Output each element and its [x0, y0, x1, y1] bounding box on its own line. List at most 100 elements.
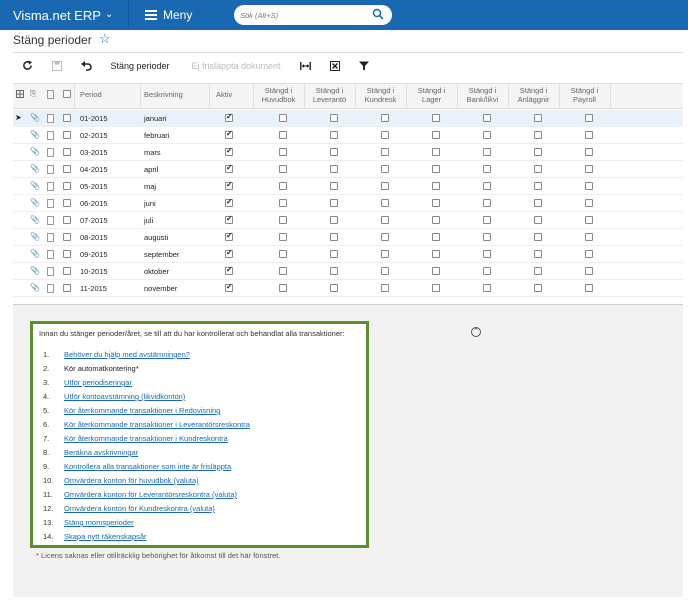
col-closed-payroll[interactable]: Stängd i Payroll — [561, 86, 608, 104]
filter-icon[interactable] — [359, 61, 369, 71]
row-select-checkbox[interactable] — [63, 182, 71, 190]
table-row[interactable]: 📎 06-2015 juni — [13, 195, 683, 212]
checklist-link[interactable]: Beräkna avskrivningar — [64, 448, 138, 457]
checklist-link[interactable]: Skapa nytt räkenskapsår — [64, 532, 147, 541]
closed-ar-checkbox[interactable] — [381, 131, 389, 139]
closed-inventory-checkbox[interactable] — [432, 250, 440, 258]
checklist-link[interactable]: Utför periodiseringar — [64, 378, 132, 387]
closed-cash-checkbox[interactable] — [483, 131, 491, 139]
closed-ar-checkbox[interactable] — [381, 165, 389, 173]
closed-cash-checkbox[interactable] — [483, 148, 491, 156]
active-checkbox[interactable] — [225, 146, 233, 156]
attachment-icon[interactable]: 📎 — [30, 198, 40, 208]
description-cell[interactable]: februari — [144, 131, 169, 140]
closed-ap-checkbox[interactable] — [330, 216, 338, 224]
chevron-down-icon[interactable]: ⌄ — [105, 9, 113, 20]
unreleased-documents-button[interactable]: Ej frisläppta dokument — [189, 57, 283, 75]
closed-ar-checkbox[interactable] — [381, 233, 389, 241]
checklist-link[interactable]: Kontrollera alla transaktioner som inte … — [64, 462, 231, 471]
description-cell[interactable]: augusti — [144, 233, 168, 242]
period-cell[interactable]: 03-2015 — [80, 148, 108, 157]
row-select-checkbox[interactable] — [63, 148, 71, 156]
row-select-checkbox[interactable] — [63, 131, 71, 139]
closed-payroll-checkbox[interactable] — [585, 114, 593, 122]
closed-gl-checkbox[interactable] — [279, 148, 287, 156]
closed-payroll-checkbox[interactable] — [585, 284, 593, 292]
note-icon[interactable] — [47, 114, 54, 123]
search-input[interactable] — [240, 8, 370, 22]
attachment-icon[interactable]: 📎 — [30, 249, 40, 259]
active-checkbox[interactable] — [225, 214, 233, 224]
period-cell[interactable]: 05-2015 — [80, 182, 108, 191]
row-select-checkbox[interactable] — [63, 250, 71, 258]
description-cell[interactable]: juli — [144, 216, 153, 225]
closed-inventory-checkbox[interactable] — [432, 216, 440, 224]
closed-ar-checkbox[interactable] — [381, 216, 389, 224]
closed-ar-checkbox[interactable] — [381, 284, 389, 292]
period-cell[interactable]: 11-2015 — [80, 284, 107, 293]
table-row[interactable]: 📎 04-2015 april — [13, 161, 683, 178]
closed-ar-checkbox[interactable] — [381, 114, 389, 122]
closed-gl-checkbox[interactable] — [279, 233, 287, 241]
closed-cash-checkbox[interactable] — [483, 216, 491, 224]
closed-inventory-checkbox[interactable] — [432, 267, 440, 275]
description-cell[interactable]: juni — [144, 199, 156, 208]
table-row[interactable]: 📎 10-2015 oktober — [13, 263, 683, 280]
attachment-icon[interactable]: 📎 — [30, 232, 40, 242]
closed-payroll-checkbox[interactable] — [585, 267, 593, 275]
period-cell[interactable]: 09-2015 — [80, 250, 108, 259]
closed-inventory-checkbox[interactable] — [432, 199, 440, 207]
checklist-link[interactable]: Omvärdera konton för huvudbok (valuta) — [64, 476, 199, 485]
fit-columns-icon[interactable] — [300, 61, 311, 71]
close-periods-button[interactable]: Stäng perioder — [109, 57, 171, 75]
note-icon[interactable] — [47, 199, 54, 208]
closed-payroll-checkbox[interactable] — [585, 199, 593, 207]
closed-gl-checkbox[interactable] — [279, 165, 287, 173]
attachment-icon[interactable]: 📎 — [30, 266, 40, 276]
description-cell[interactable]: september — [144, 250, 179, 259]
period-cell[interactable]: 07-2015 — [80, 216, 108, 225]
table-row[interactable]: 📎 07-2015 juli — [13, 212, 683, 229]
save-icon[interactable] — [52, 61, 62, 71]
closed-inventory-checkbox[interactable] — [432, 114, 440, 122]
description-cell[interactable]: oktober — [144, 267, 169, 276]
checklist-link[interactable]: Stäng momsperioder — [64, 518, 134, 527]
closed-fixed-assets-checkbox[interactable] — [534, 267, 542, 275]
closed-ap-checkbox[interactable] — [330, 182, 338, 190]
closed-payroll-checkbox[interactable] — [585, 165, 593, 173]
closed-cash-checkbox[interactable] — [483, 114, 491, 122]
closed-payroll-checkbox[interactable] — [585, 250, 593, 258]
description-cell[interactable]: mars — [144, 148, 161, 157]
closed-ar-checkbox[interactable] — [381, 199, 389, 207]
closed-fixed-assets-checkbox[interactable] — [534, 148, 542, 156]
period-cell[interactable]: 04-2015 — [80, 165, 108, 174]
closed-cash-checkbox[interactable] — [483, 250, 491, 258]
note-icon[interactable] — [47, 233, 54, 242]
closed-payroll-checkbox[interactable] — [585, 131, 593, 139]
active-checkbox[interactable] — [225, 163, 233, 173]
closed-ar-checkbox[interactable] — [381, 148, 389, 156]
closed-ap-checkbox[interactable] — [330, 250, 338, 258]
collapse-up-icon[interactable]: ⌃ — [471, 327, 481, 337]
note-icon[interactable] — [47, 131, 54, 140]
attachment-icon[interactable]: 📎 — [30, 283, 40, 293]
table-row[interactable]: ➤ 📎 01-2015 januari — [13, 110, 683, 127]
active-checkbox[interactable] — [225, 197, 233, 207]
attachment-icon[interactable]: 📎 — [30, 164, 40, 174]
note-icon[interactable] — [47, 284, 54, 293]
closed-inventory-checkbox[interactable] — [432, 233, 440, 241]
closed-inventory-checkbox[interactable] — [432, 284, 440, 292]
grid-settings-icon[interactable] — [16, 90, 24, 98]
row-select-checkbox[interactable] — [63, 114, 71, 122]
closed-ap-checkbox[interactable] — [330, 114, 338, 122]
closed-ap-checkbox[interactable] — [330, 267, 338, 275]
closed-gl-checkbox[interactable] — [279, 284, 287, 292]
attachment-icon[interactable]: 📎 — [30, 147, 40, 157]
refresh-icon[interactable] — [22, 60, 33, 71]
table-row[interactable]: 📎 09-2015 september — [13, 246, 683, 263]
col-active[interactable]: Aktiv — [216, 90, 232, 99]
checklist-link[interactable]: Kör återkommande transaktioner i Leveran… — [64, 420, 250, 429]
row-select-checkbox[interactable] — [63, 233, 71, 241]
note-icon[interactable] — [47, 148, 54, 157]
closed-inventory-checkbox[interactable] — [432, 182, 440, 190]
